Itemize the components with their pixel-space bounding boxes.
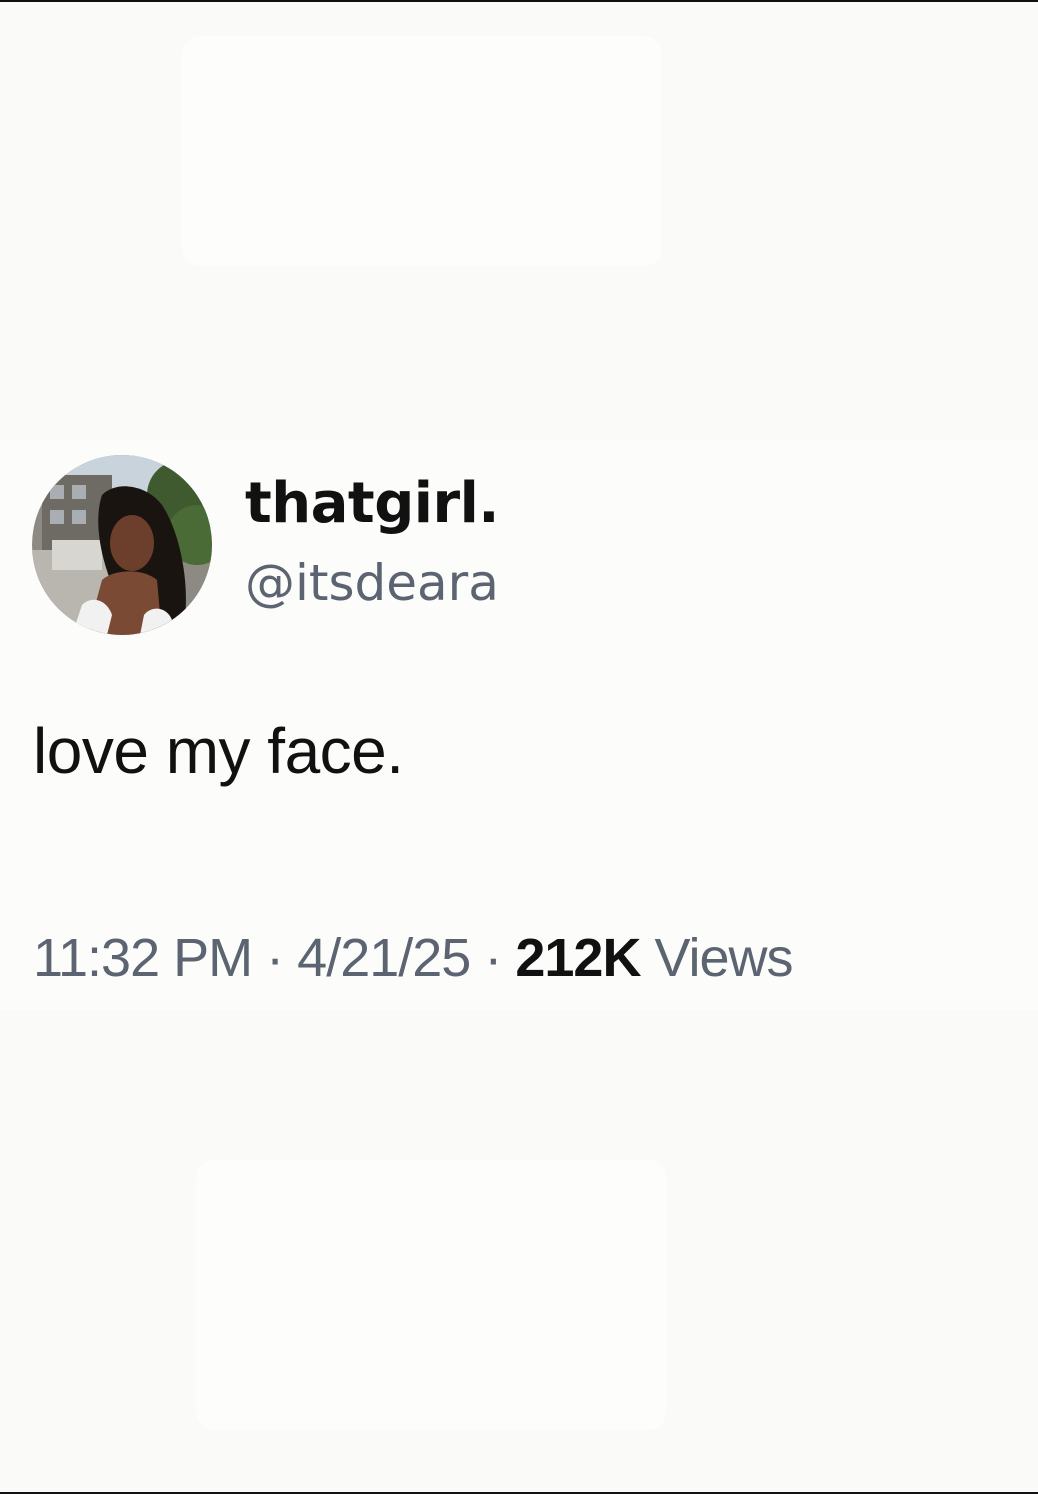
profile-photo-icon bbox=[32, 455, 212, 635]
tweet-meta: 11:32 PM · 4/21/25 · 212K Views bbox=[33, 926, 794, 991]
tweet-date[interactable]: 4/21/25 bbox=[297, 928, 471, 988]
background-ghost-top bbox=[182, 36, 662, 266]
meta-separator: · bbox=[266, 928, 284, 988]
views-count[interactable]: 212K bbox=[515, 928, 641, 988]
top-border bbox=[0, 0, 1038, 2]
tweet-time[interactable]: 11:32 PM bbox=[33, 928, 253, 988]
views-label: Views bbox=[654, 928, 793, 988]
user-handle[interactable]: @itsdeara bbox=[245, 553, 499, 613]
display-name[interactable]: thatgirl. bbox=[245, 470, 500, 537]
background-ghost-bottom bbox=[196, 1160, 666, 1430]
tweet-text: love my face. bbox=[33, 715, 404, 787]
meta-separator: · bbox=[484, 928, 502, 988]
avatar[interactable] bbox=[32, 455, 212, 635]
